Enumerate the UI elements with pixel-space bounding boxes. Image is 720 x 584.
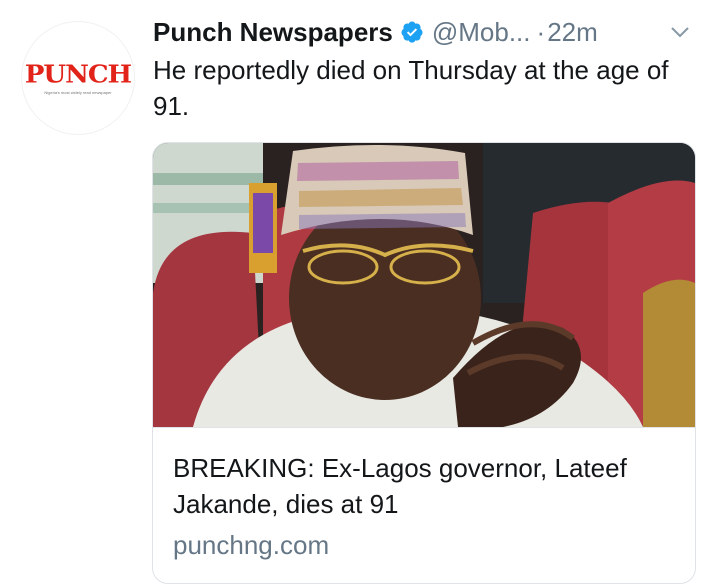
separator-dot: · (536, 16, 546, 47)
tweet-header: Punch Newspapers @Mob... · 22m (153, 12, 696, 52)
card-title[interactable]: BREAKING: Ex-Lagos governor, Lateef Jaka… (173, 450, 675, 522)
logo-tagline: Nigeria's most widely read newspaper (44, 89, 112, 95)
author-avatar[interactable]: PUNCH Nigeria's most widely read newspap… (22, 22, 134, 134)
author-handle[interactable]: @Mob... (432, 17, 531, 48)
punch-logo: PUNCH (24, 60, 132, 89)
tweet-text: He reportedly died on Thursday at the ag… (153, 55, 669, 121)
link-card[interactable]: BREAKING: Ex-Lagos governor, Lateef Jaka… (152, 142, 696, 584)
author-name[interactable]: Punch Newspapers (153, 17, 393, 48)
card-body[interactable]: BREAKING: Ex-Lagos governor, Lateef Jaka… (153, 427, 695, 562)
verified-badge-icon (401, 21, 423, 43)
timestamp[interactable]: 22m (547, 17, 598, 48)
chevron-down-icon[interactable] (668, 20, 692, 44)
news-photo[interactable] (153, 143, 695, 427)
card-domain[interactable]: punchng.com (173, 528, 675, 562)
